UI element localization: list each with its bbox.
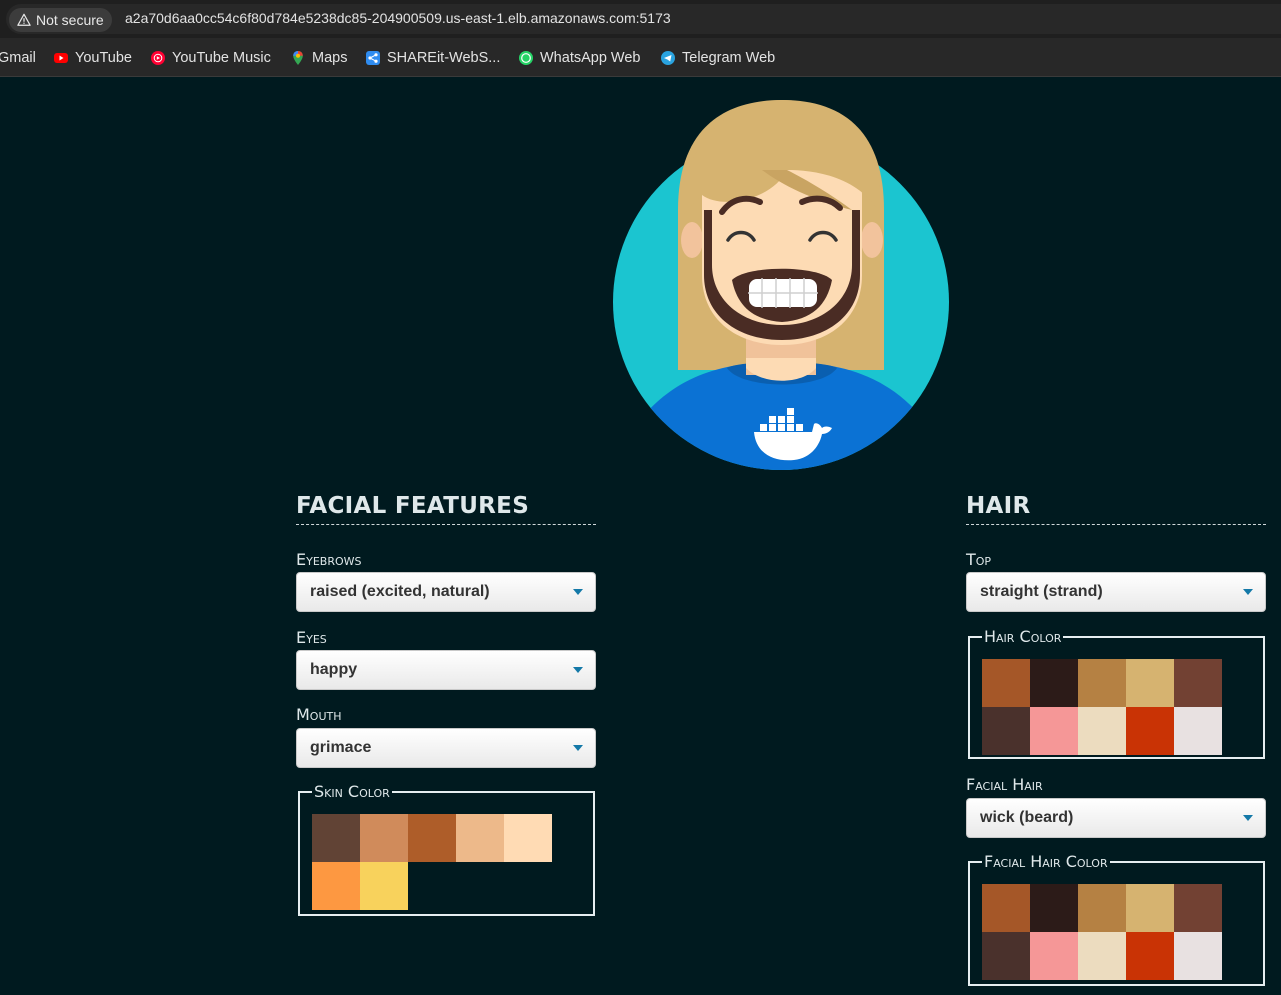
whatsapp-icon: [519, 51, 533, 65]
color-swatch[interactable]: [408, 814, 456, 862]
color-swatch[interactable]: [1078, 884, 1126, 932]
color-swatch[interactable]: [982, 884, 1030, 932]
color-swatch[interactable]: [1174, 707, 1222, 755]
color-swatch[interactable]: [1174, 932, 1222, 980]
facial-hair-color-grid: [982, 884, 1222, 980]
color-swatch[interactable]: [982, 932, 1030, 980]
color-swatch[interactable]: [312, 862, 360, 910]
color-swatch[interactable]: [1126, 932, 1174, 980]
avatar-preview: [612, 100, 952, 475]
eyebrows-label: Eyebrows: [296, 550, 362, 569]
avatar-image: [613, 100, 949, 470]
url-text[interactable]: a2a70d6aa0cc54c6f80d784e5238dc85-2049005…: [125, 10, 671, 26]
color-swatch[interactable]: [1174, 884, 1222, 932]
bookmark-gmail[interactable]: Gmail: [0, 48, 36, 68]
color-swatch[interactable]: [1078, 932, 1126, 980]
color-swatch[interactable]: [1126, 884, 1174, 932]
top-select[interactable]: straight (strand): [966, 572, 1266, 612]
section-title: FACIAL FEATURES: [296, 492, 596, 525]
color-swatch[interactable]: [1030, 884, 1078, 932]
color-swatch[interactable]: [1078, 707, 1126, 755]
hair-section: HAIR Top straight (strand) Hair Color Fa…: [966, 492, 1266, 992]
facial-hair-select[interactable]: wick (beard): [966, 798, 1266, 838]
bookmark-label: YouTube Music: [172, 50, 271, 66]
eyebrows-value: raised (excited, natural): [310, 583, 490, 600]
color-swatch[interactable]: [982, 707, 1030, 755]
color-swatch[interactable]: [1030, 659, 1078, 707]
facial-hair-value: wick (beard): [980, 809, 1074, 826]
hair-color-grid: [982, 659, 1222, 755]
chevron-down-icon: [573, 589, 583, 595]
eyes-select[interactable]: happy: [296, 650, 596, 690]
chevron-down-icon: [573, 745, 583, 751]
mouth-label: Mouth: [296, 705, 342, 724]
bookmark-youtube-music[interactable]: YouTube Music: [150, 48, 271, 68]
chevron-down-icon: [573, 667, 583, 673]
bookmark-label: Telegram Web: [682, 50, 776, 66]
bookmark-shareit[interactable]: SHAREit-WebS...: [365, 48, 500, 68]
eyebrows-select[interactable]: raised (excited, natural): [296, 572, 596, 612]
color-swatch[interactable]: [1126, 707, 1174, 755]
color-swatch[interactable]: [456, 814, 504, 862]
color-swatch[interactable]: [1030, 932, 1078, 980]
color-swatch[interactable]: [360, 862, 408, 910]
color-swatch[interactable]: [360, 814, 408, 862]
bookmark-label: Gmail: [0, 50, 36, 66]
mouth-select[interactable]: grimace: [296, 728, 596, 768]
chevron-down-icon: [1243, 589, 1253, 595]
security-label: Not secure: [36, 12, 104, 28]
bookmark-label: YouTube: [75, 50, 132, 66]
skin-color-picker: Skin Color: [298, 784, 595, 916]
color-swatch[interactable]: [312, 814, 360, 862]
bookmark-whatsapp[interactable]: WhatsApp Web: [518, 48, 640, 68]
facial-hair-color-legend: Facial Hair Color: [984, 852, 1108, 871]
mouth-value: grimace: [310, 739, 372, 756]
top-value: straight (strand): [980, 583, 1103, 600]
color-swatch[interactable]: [982, 659, 1030, 707]
bookmark-label: Maps: [312, 50, 348, 66]
color-swatch[interactable]: [1030, 707, 1078, 755]
section-title: HAIR: [966, 492, 1266, 525]
chevron-down-icon: [1243, 815, 1253, 821]
browser-address-bar: Not secure a2a70d6aa0cc54c6f80d784e5238d…: [0, 0, 1281, 38]
facial-hair-label: Facial Hair: [966, 775, 1043, 794]
top-label: Top: [966, 550, 992, 569]
bookmark-maps[interactable]: Maps: [290, 48, 347, 68]
color-swatch[interactable]: [1078, 659, 1126, 707]
warning-icon: [17, 13, 31, 26]
bookmarks-bar: Gmail YouTube YouTube Music Maps SHAREit…: [0, 38, 1281, 77]
skin-color-grid: [312, 814, 552, 910]
color-swatch[interactable]: [1126, 659, 1174, 707]
youtube-music-icon: [151, 51, 165, 65]
hair-color-legend: Hair Color: [984, 627, 1062, 646]
facial-hair-color-picker: Facial Hair Color: [968, 854, 1265, 986]
bookmark-telegram[interactable]: Telegram Web: [660, 48, 775, 68]
color-swatch[interactable]: [1174, 659, 1222, 707]
skin-color-legend: Skin Color: [314, 782, 390, 801]
color-swatch[interactable]: [504, 814, 552, 862]
hair-color-picker: Hair Color: [968, 629, 1265, 759]
bookmark-label: SHAREit-WebS...: [387, 50, 501, 66]
telegram-icon: [661, 51, 675, 65]
eyes-value: happy: [310, 661, 358, 678]
bookmark-youtube[interactable]: YouTube: [53, 48, 132, 68]
eyes-label: Eyes: [296, 628, 327, 647]
security-indicator[interactable]: Not secure: [9, 8, 112, 32]
youtube-icon: [54, 53, 68, 63]
maps-icon: [293, 51, 303, 65]
facial-features-section: FACIAL FEATURES Eyebrows raised (excited…: [296, 492, 596, 922]
bookmark-label: WhatsApp Web: [540, 50, 641, 66]
shareit-icon: [366, 51, 380, 65]
